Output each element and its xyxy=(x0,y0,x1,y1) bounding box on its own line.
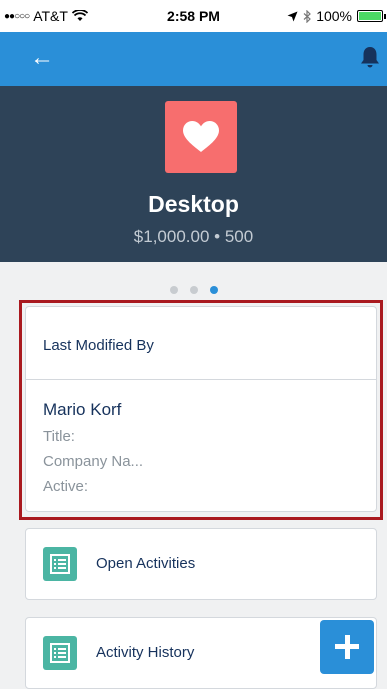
status-right: 100% xyxy=(287,8,386,24)
battery-percent: 100% xyxy=(316,8,352,24)
battery-icon xyxy=(357,10,386,22)
bluetooth-icon xyxy=(303,9,312,23)
highlight-frame xyxy=(19,300,383,520)
list-icon xyxy=(43,547,77,581)
bell-icon[interactable] xyxy=(359,45,381,69)
record-header: Desktop $1,000.00 • 500 xyxy=(0,86,387,262)
heart-icon xyxy=(183,121,219,152)
back-arrow-icon[interactable]: ← xyxy=(30,46,54,70)
pager-dot[interactable] xyxy=(169,286,178,294)
location-icon xyxy=(287,11,298,21)
record-meta: $1,000.00 • 500 xyxy=(133,227,254,246)
nav-bar: ← xyxy=(0,32,387,86)
status-bar: ●●○○○ AT&T 2:58 PM 100% xyxy=(0,0,387,32)
record-name: Desktop xyxy=(148,191,239,217)
page-indicator[interactable] xyxy=(0,281,387,299)
related-list-open-activities[interactable]: Open Activities xyxy=(25,528,377,600)
pager-dot[interactable] xyxy=(209,286,218,294)
plus-icon-vertical xyxy=(345,635,350,659)
pager-dot[interactable] xyxy=(189,286,198,294)
list-icon xyxy=(43,636,77,670)
add-button[interactable] xyxy=(320,620,374,674)
record-icon-tile xyxy=(165,101,237,173)
related-list-label: Open Activities xyxy=(96,555,196,572)
related-list-label: Activity History xyxy=(96,644,195,661)
battery-fill xyxy=(359,12,381,20)
